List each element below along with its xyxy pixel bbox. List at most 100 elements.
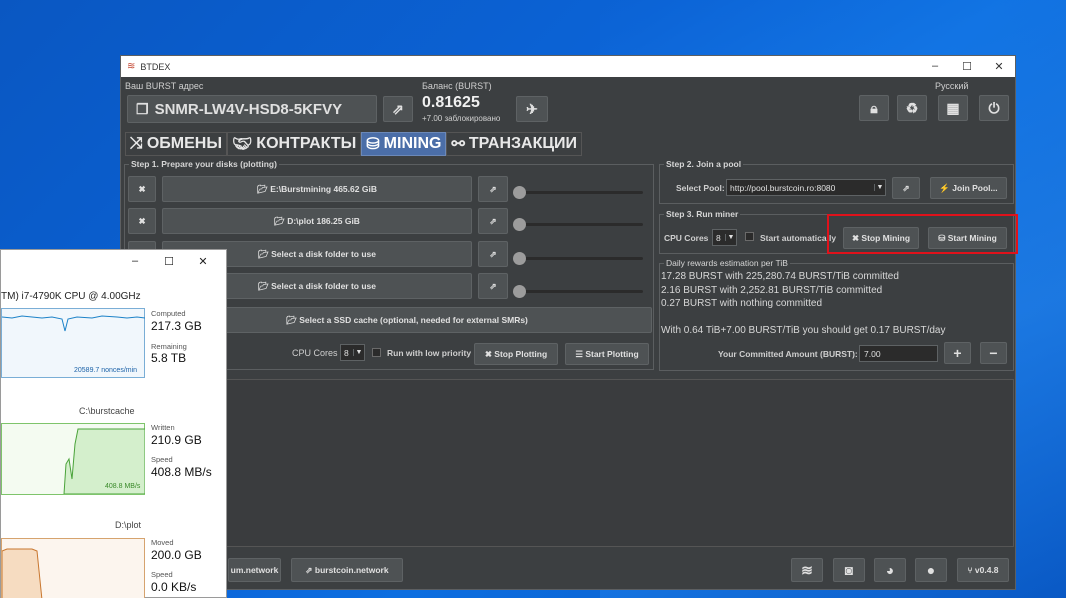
external-link-icon: ⇗ [392,100,404,117]
committed-amount-input[interactable]: 7.00 [859,345,938,362]
main-tabs: ⤨ ОБМЕНЫ 🤝︎ КОНТРАКТЫ ⛁ MINING ⚯ ТРАНЗАК… [125,132,583,156]
ssd-cache-button[interactable]: 📂︎ Select a SSD cache (optional, needed … [162,307,652,333]
folder-icon: 📂︎ [257,183,271,194]
minus-icon: − [989,345,998,361]
address-copy-button[interactable]: ❐ SNMR-LW4V-HSD8-5KFVY [127,95,377,123]
open-pool-button[interactable]: ⇗ [892,177,920,199]
remove-disk-button[interactable]: ✖ [128,176,156,202]
minimize-button[interactable]: – [919,60,951,73]
maximize-button[interactable]: ☐ [951,60,983,73]
github-button[interactable]: ● [915,558,947,582]
open-explorer-button[interactable]: ⇗ [383,96,413,122]
burstcoin-link-button[interactable]: ⇗ burstcoin.network [291,558,403,582]
plot-cpu-cores-select[interactable]: 8 ▼ [340,344,365,361]
reddit-button[interactable]: ◕ [874,558,906,582]
committed-amount-label: Your Committed Amount (BURST): [718,349,858,359]
link-icon: ⚯ [451,136,465,153]
written-label: Written [151,423,175,432]
remaining-label: Remaining [151,342,187,351]
disk-label: Select a disk folder to use [271,249,377,259]
burst-icon-button[interactable]: ≋ [791,558,823,582]
button-label: Start Plotting [585,349,639,359]
disk-size-slider[interactable] [513,290,643,293]
folder-icon: 📂︎ [257,248,272,259]
hard-drive-icon: ⛁ [366,136,380,153]
plotter-stats-window: – ☐ ✕ TM) i7-4790K CPU @ 4.00GHz 20589.7… [0,249,227,598]
close-button[interactable]: ✕ [186,255,220,268]
external-link-icon: ⇗ [489,183,497,194]
speed-label: Speed [151,455,173,464]
balance-label: Баланс (BURST) [422,81,492,91]
mining-log[interactable] [223,379,1014,547]
slider-knob[interactable] [513,252,526,265]
pool-select[interactable]: http://pool.burstcoin.ro:8080 ▼ [726,179,886,196]
copy-icon: ❐ [136,100,149,117]
plug-icon: ⚡ [939,182,953,193]
select-value: 8 [344,347,349,358]
low-priority-checkbox[interactable] [372,348,381,357]
join-pool-button[interactable]: ⚡ Join Pool... [930,177,1007,199]
locked-amount: +7.00 заблокировано [422,114,501,123]
start-plotting-button[interactable]: ☰ Start Plotting [565,343,649,365]
balance-value: 0.81625 [422,94,480,111]
moved-label: Moved [151,538,174,547]
app-logo-icon: ≋ [127,61,136,72]
close-button[interactable]: ✕ [983,60,1015,73]
increase-commitment-button[interactable]: + [944,342,971,364]
slider-knob[interactable] [513,218,526,231]
chevron-down-icon: ▼ [353,349,364,356]
open-disk-button[interactable]: ⇗ [478,176,508,202]
low-priority-label: Run with low priority [387,348,472,358]
stop-plotting-button[interactable]: ✖ Stop Plotting [474,343,558,365]
disk-folder-button[interactable]: 📂︎ D:\plot 186.25 GiB [162,208,472,234]
language-label: Русский [935,81,969,91]
mine-cpu-cores-select[interactable]: 8 ▼ [712,229,737,246]
disk-size-slider[interactable] [513,257,643,260]
recycle-button[interactable]: ♻ [897,95,927,121]
open-disk-button[interactable]: ⇗ [478,241,508,267]
rewards-line: 2.16 BURST with 2,252.81 BURST/TiB commi… [661,284,883,296]
tab-transactions[interactable]: ⚯ ТРАНЗАКЦИИ [446,132,583,156]
start-auto-label: Start automatically [760,233,837,243]
close-icon: ✖ [484,348,495,359]
tab-mining[interactable]: ⛁ MINING [361,132,447,156]
decrease-commitment-button[interactable]: − [980,342,1007,364]
power-button[interactable]: ⏻ [979,95,1009,121]
rewards-line: With 0.64 TiB+7.00 BURST/TiB you should … [661,324,946,336]
computed-label: Computed [151,309,186,318]
open-disk-button[interactable]: ⇗ [478,208,508,234]
lock-button[interactable]: 🔒︎ [859,95,889,121]
tab-contracts[interactable]: 🤝︎ КОНТРАКТЫ [226,132,362,156]
disk-size-slider[interactable] [513,191,643,194]
speed-value: 408.8 MB/s [151,465,212,479]
slider-knob[interactable] [513,285,526,298]
maximize-button[interactable]: ☐ [152,255,186,268]
link-label: burstcoin.network [314,565,389,575]
database-icon: ☰ [575,348,586,359]
language-button[interactable]: ▦ [938,95,968,121]
github-icon: ● [926,562,936,578]
reddit-icon: ◕ [885,562,895,578]
version-button[interactable]: ⑂ v0.4.8 [957,558,1009,582]
btdex-window: ≋ BTDEX – ☐ ✕ Ваш BURST адрес ❐ SNMR-LW4… [120,55,1018,590]
speed2-value: 0.0 KB/s [151,580,197,594]
forum-link-button[interactable]: um.network [228,558,281,582]
disk-label: Select a disk folder to use [271,281,377,291]
disk-size-slider[interactable] [513,223,643,226]
slider-knob[interactable] [513,186,526,199]
disk-folder-button[interactable]: 📂︎ E:\Burstmining 465.62 GiB [162,176,472,202]
select-value: http://pool.burstcoin.ro:8080 [730,182,836,193]
remove-disk-button[interactable]: ✖ [128,208,156,234]
map-icon: ▦ [946,99,960,116]
external-link-icon: ⇗ [489,280,497,291]
open-disk-button[interactable]: ⇗ [478,273,508,299]
discord-button[interactable]: ◙ [833,558,865,582]
recycle-icon: ♻ [905,99,919,116]
send-button[interactable]: ✈ [516,96,548,122]
minimize-button[interactable]: – [118,255,152,268]
start-auto-checkbox[interactable] [745,232,754,241]
tab-exchange[interactable]: ⤨ ОБМЕНЫ [125,132,227,156]
shuffle-icon: ⤨ [130,135,143,152]
send-icon: ✈ [526,100,538,117]
title-bar: ≋ BTDEX – ☐ ✕ [121,56,1015,77]
